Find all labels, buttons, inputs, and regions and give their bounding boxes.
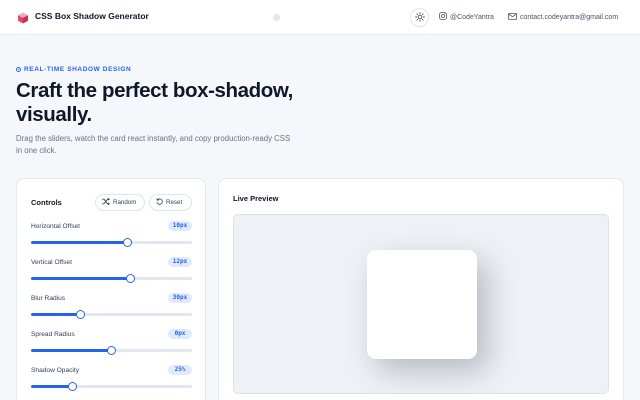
slider-label: Spread Radius [31,331,75,338]
slider-horizontal-offset: Horizontal Offset 10px [31,221,192,251]
slider-label: Horizontal Offset [31,223,80,230]
shadow-preview-box [367,250,477,359]
slider-thumb[interactable] [123,238,133,247]
page-subtitle: Drag the sliders, watch the card react i… [16,134,291,155]
slider-track[interactable] [31,346,192,355]
cube-logo-icon [17,11,29,24]
hero-eyebrow: REAL-TIME SHADOW DESIGN [16,66,131,73]
preview-panel: Live Preview [218,178,624,400]
page-title: Craft the perfect box-shadow, visually. [16,79,293,126]
instagram-link[interactable]: @CodeYantra [439,11,494,23]
reset-button-label: Reset [166,199,183,206]
random-button[interactable]: Random [95,194,145,211]
slider-track[interactable] [31,382,192,391]
top-header: CSS Box Shadow Generator @CodeYantra con… [0,0,640,35]
slider-fill [31,313,81,316]
app-title: CSS Box Shadow Generator [35,11,149,21]
shuffle-icon [102,198,110,207]
slider-blur-radius: Blur Radius 30px [31,293,192,323]
slider-label: Shadow Opacity [31,367,80,374]
slider-thumb[interactable] [76,310,86,319]
slider-shadow-opacity: Shadow Opacity 25% [31,365,192,395]
instagram-icon [439,12,447,22]
reset-button[interactable]: Reset [149,194,192,211]
slider-value-badge: 0px [168,329,192,339]
reset-icon [156,198,163,207]
slider-fill [31,385,73,388]
mail-icon [508,12,517,22]
controls-title: Controls [31,198,62,207]
slider-value-badge: 25% [168,365,192,375]
slider-fill [31,241,128,244]
slider-thumb[interactable] [68,382,78,391]
target-dot-icon [16,67,21,72]
slider-track[interactable] [31,310,192,319]
slider-value-badge: 30px [168,293,192,303]
slider-thumb[interactable] [125,274,135,283]
email-link[interactable]: contact.codeyantra@gmail.com [508,11,618,23]
controls-panel: Controls Random Reset Horizontal Offset [16,178,206,400]
slider-label: Blur Radius [31,295,66,302]
email-address: contact.codeyantra@gmail.com [520,13,619,21]
slider-label: Vertical Offset [31,259,72,266]
slider-track[interactable] [31,274,192,283]
preview-stage [233,214,609,394]
slider-value-badge: 12px [168,257,192,267]
slider-thumb[interactable] [107,346,116,355]
slider-fill [31,349,112,352]
preview-title: Live Preview [233,194,279,203]
theme-toggle-button[interactable] [410,8,429,27]
slider-fill [31,277,130,280]
instagram-handle: @CodeYantra [450,13,494,21]
sun-icon [414,9,425,27]
slider-spread-radius: Spread Radius 0px [31,329,192,359]
slider-value-badge: 10px [168,221,192,231]
slider-vertical-offset: Vertical Offset 12px [31,257,192,287]
eyebrow-text: REAL-TIME SHADOW DESIGN [24,66,132,73]
status-dot [273,14,280,21]
slider-track[interactable] [31,238,192,247]
random-button-label: Random [113,199,137,206]
